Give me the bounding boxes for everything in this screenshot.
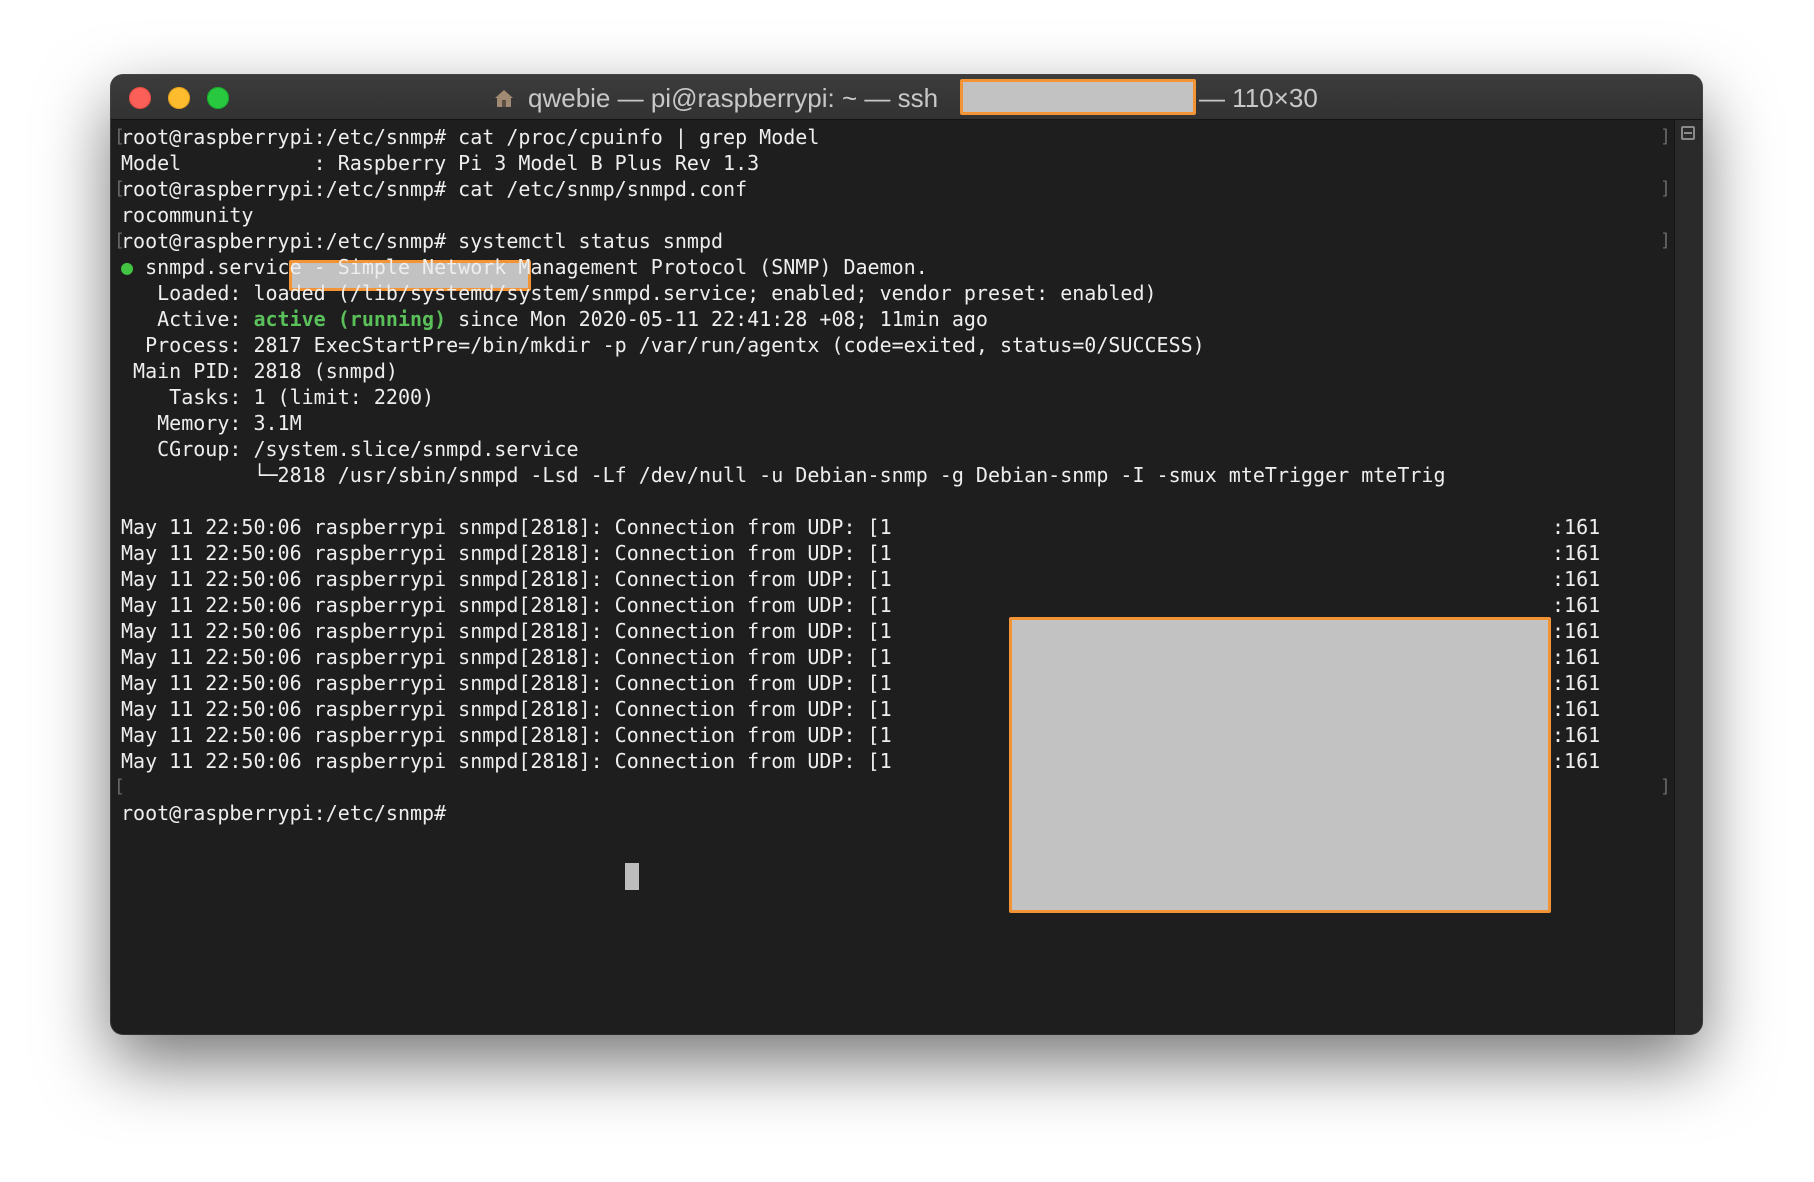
window-title: qwebie — pi@raspberrypi: ~ — ssh — 110×3… <box>111 75 1702 119</box>
log-text: May 11 22:50:06 raspberrypi snmpd[2818]:… <box>121 697 892 721</box>
scroll-toggle-icon[interactable] <box>1681 126 1695 140</box>
log-text: May 11 22:50:06 raspberrypi snmpd[2818]:… <box>121 671 892 695</box>
log-text: May 11 22:50:06 raspberrypi snmpd[2818]:… <box>121 593 892 617</box>
terminal-window: qwebie — pi@raspberrypi: ~ — ssh — 110×3… <box>111 75 1702 1034</box>
active-label: Active: <box>121 307 242 331</box>
log-text: May 11 22:50:06 raspberrypi snmpd[2818]:… <box>121 645 892 669</box>
scrollbar[interactable] <box>1674 120 1702 1034</box>
log-line: May 11 22:50:06 raspberrypi snmpd[2818]:… <box>121 746 892 776</box>
line-marker-right: ] <box>1660 230 1671 251</box>
window-size-text: — 110×30 <box>1199 83 1318 113</box>
service-title: snmpd.service - Simple Network Managemen… <box>133 255 928 279</box>
redacted-ip-addresses <box>1009 617 1551 913</box>
log-text: May 11 22:50:06 raspberrypi snmpd[2818]:… <box>121 567 892 591</box>
window-title-text: qwebie — pi@raspberrypi: ~ — ssh <box>528 83 939 113</box>
log-port: :161 <box>1552 749 1601 773</box>
home-folder-icon <box>495 90 513 107</box>
log-text: May 11 22:50:06 raspberrypi snmpd[2818]:… <box>121 723 892 747</box>
active-running-status: active (running) <box>253 307 447 331</box>
text-cursor <box>625 863 639 890</box>
log-text: May 11 22:50:06 raspberrypi snmpd[2818]:… <box>121 515 892 539</box>
log-text: May 11 22:50:06 raspberrypi snmpd[2818]:… <box>121 541 892 565</box>
terminal-line: └─2818 /usr/sbin/snmpd -Lsd -Lf /dev/nul… <box>121 463 1446 487</box>
status-dot-icon: ● <box>121 255 134 279</box>
terminal-output[interactable]: [ ] [ ] [ ] [ ] root@raspberrypi:/etc/sn… <box>111 120 1674 1034</box>
active-since: since Mon 2020-05-11 22:41:28 +08; 11min… <box>446 307 988 331</box>
title-bar[interactable]: qwebie — pi@raspberrypi: ~ — ssh — 110×3… <box>111 75 1702 120</box>
log-text: May 11 22:50:06 raspberrypi snmpd[2818]:… <box>121 749 892 773</box>
shell-prompt: root@raspberrypi:/etc/snmp# <box>121 801 459 825</box>
line-marker-right: ] <box>1660 126 1671 147</box>
log-text: May 11 22:50:06 raspberrypi snmpd[2818]:… <box>121 619 892 643</box>
line-marker-right: ] <box>1660 776 1671 797</box>
line-marker-right: ] <box>1660 178 1671 199</box>
redacted-host <box>960 79 1196 115</box>
